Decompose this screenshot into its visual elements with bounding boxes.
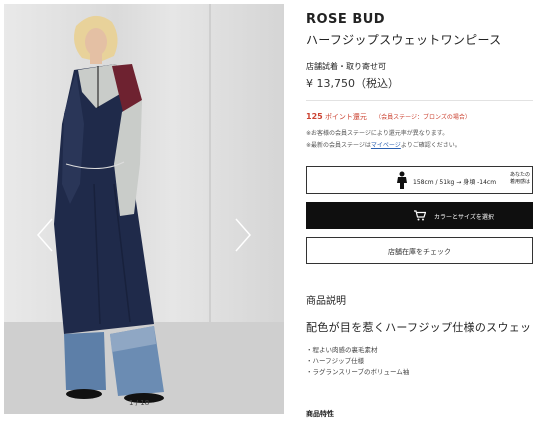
feature-item: ・ラグランスリーブのボリューム袖 — [306, 368, 410, 376]
fit-advice-label: あなたの 着用感は — [510, 172, 530, 186]
product-price: ¥ 13,750（税込） — [306, 77, 399, 90]
chevron-left-icon — [37, 218, 53, 252]
divider — [306, 100, 533, 101]
brand-name[interactable]: ROSE BUD — [306, 12, 385, 27]
gallery-prev-button[interactable] — [34, 217, 56, 253]
product-image-gallery[interactable]: 1 / 18 — [4, 4, 284, 414]
points-reward: 125 ポイント還元 （会員ステージ：ブロンズの場合） — [306, 112, 471, 122]
fit-advice-line1: あなたの — [510, 172, 531, 178]
points-note-mypage: ※最新の会員ステージはマイページよりご確認ください。 — [306, 140, 461, 149]
chevron-right-icon — [235, 218, 251, 252]
model-size-info: 158cm / 51kg → 身頃 -14cm あなたの 着用感は — [306, 166, 533, 194]
select-color-size-label: カラーとサイズを選択 — [434, 214, 494, 221]
points-label: ポイント還元 — [324, 113, 367, 121]
mypage-link[interactable]: マイページ — [371, 142, 401, 149]
model-size-spec: 158cm / 51kg → 身頃 -14cm — [413, 179, 497, 186]
product-info-panel: ROSE BUD ハーフジップスウェットワンピース 店舗試着・取り寄せ可 ¥ 1… — [306, 0, 533, 421]
fit-advice-line2: 着用感は — [510, 179, 531, 185]
check-store-stock-label: 店舗在庫をチェック — [388, 248, 451, 256]
product-title: ハーフジップスウェットワンピース — [306, 33, 502, 47]
gallery-next-button[interactable] — [232, 217, 254, 253]
note-prefix: ※最新の会員ステージは — [306, 142, 371, 149]
cart-icon — [414, 210, 426, 221]
feature-item: ・程よい肉感の裏毛素材 — [306, 346, 378, 354]
feature-list: ・程よい肉感の裏毛素材 ・ハーフジップ仕様 ・ラグランスリーブのボリューム袖 — [306, 344, 409, 377]
select-color-size-button[interactable]: カラーとサイズを選択 — [306, 202, 533, 229]
points-value: 125 — [306, 112, 323, 121]
store-availability-label: 店舗試着・取り寄せ可 — [306, 62, 386, 71]
feature-item: ・ハーフジップ仕様 — [306, 357, 365, 365]
product-specs-heading: 商品特性 — [306, 410, 334, 418]
description-lead: 配色が目を惹くハーフジップ仕様のスウェッ — [306, 321, 532, 334]
person-icon — [397, 171, 407, 189]
points-stage-note: （会員ステージ：ブロンズの場合） — [375, 114, 471, 121]
product-photo-model — [54, 15, 164, 403]
check-store-stock-button[interactable]: 店舗在庫をチェック — [306, 237, 533, 264]
gallery-pager: 1 / 18 — [129, 399, 150, 407]
points-note: ※お客様の会員ステージにより還元率が異なります。 — [306, 130, 449, 137]
description-heading: 商品説明 — [306, 296, 346, 307]
note-suffix: よりご確認ください。 — [400, 142, 461, 149]
